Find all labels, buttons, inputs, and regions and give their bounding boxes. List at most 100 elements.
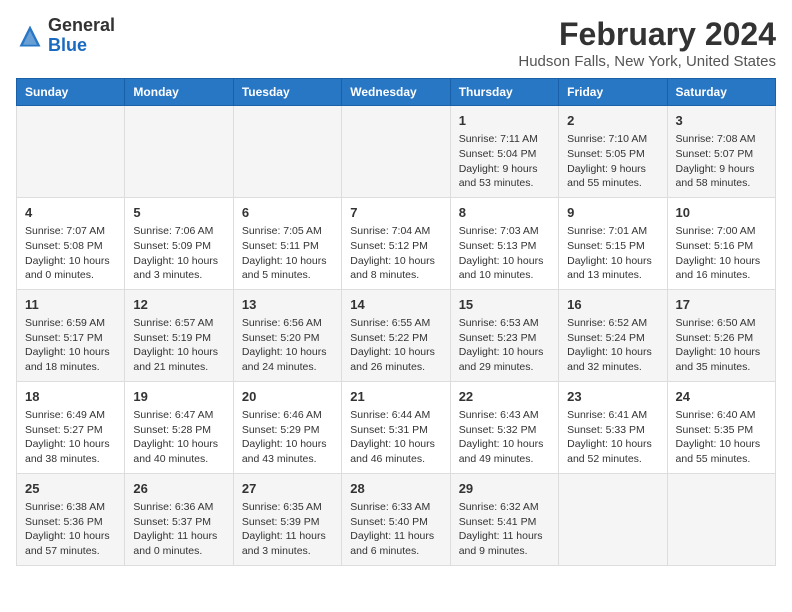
calendar-cell: 25 Sunrise: 6:38 AM Sunset: 5:36 PM Dayli… bbox=[17, 473, 125, 565]
day-info: Sunrise: 6:53 AM Sunset: 5:23 PM Dayligh… bbox=[459, 316, 550, 375]
logo: General Blue bbox=[16, 16, 115, 56]
calendar-cell bbox=[125, 106, 233, 198]
calendar-cell: 13 Sunrise: 6:56 AM Sunset: 5:20 PM Dayli… bbox=[233, 289, 341, 381]
calendar-cell: 27 Sunrise: 6:35 AM Sunset: 5:39 PM Dayli… bbox=[233, 473, 341, 565]
day-info: Sunrise: 6:33 AM Sunset: 5:40 PM Dayligh… bbox=[350, 500, 441, 559]
day-number: 16 bbox=[567, 296, 658, 314]
day-info: Sunrise: 7:01 AM Sunset: 5:15 PM Dayligh… bbox=[567, 224, 658, 283]
day-info: Sunrise: 7:04 AM Sunset: 5:12 PM Dayligh… bbox=[350, 224, 441, 283]
day-number: 6 bbox=[242, 204, 333, 222]
title-block: February 2024 Hudson Falls, New York, Un… bbox=[518, 16, 776, 70]
column-header-tuesday: Tuesday bbox=[233, 79, 341, 106]
calendar-cell: 15 Sunrise: 6:53 AM Sunset: 5:23 PM Dayli… bbox=[450, 289, 558, 381]
day-number: 23 bbox=[567, 388, 658, 406]
day-number: 5 bbox=[133, 204, 224, 222]
day-info: Sunrise: 6:55 AM Sunset: 5:22 PM Dayligh… bbox=[350, 316, 441, 375]
calendar-cell: 16 Sunrise: 6:52 AM Sunset: 5:24 PM Dayli… bbox=[559, 289, 667, 381]
column-header-saturday: Saturday bbox=[667, 79, 775, 106]
column-header-monday: Monday bbox=[125, 79, 233, 106]
calendar-cell: 24Sunrise: 6:40 AM Sunset: 5:35 PM Dayli… bbox=[667, 381, 775, 473]
day-info: Sunrise: 6:50 AM Sunset: 5:26 PM Dayligh… bbox=[676, 316, 767, 375]
day-info: Sunrise: 7:08 AM Sunset: 5:07 PM Dayligh… bbox=[676, 132, 767, 191]
calendar-cell: 22 Sunrise: 6:43 AM Sunset: 5:32 PM Dayli… bbox=[450, 381, 558, 473]
day-number: 8 bbox=[459, 204, 550, 222]
calendar-cell: 2Sunrise: 7:10 AM Sunset: 5:05 PM Daylig… bbox=[559, 106, 667, 198]
day-info: Sunrise: 6:49 AM Sunset: 5:27 PM Dayligh… bbox=[25, 408, 116, 467]
column-header-wednesday: Wednesday bbox=[342, 79, 450, 106]
main-title: February 2024 bbox=[518, 16, 776, 53]
day-number: 29 bbox=[459, 480, 550, 498]
calendar-body: 1 Sunrise: 7:11 AM Sunset: 5:04 PM Daylig… bbox=[17, 106, 776, 566]
week-row-4: 18 Sunrise: 6:49 AM Sunset: 5:27 PM Dayli… bbox=[17, 381, 776, 473]
calendar-cell: 20 Sunrise: 6:46 AM Sunset: 5:29 PM Dayli… bbox=[233, 381, 341, 473]
day-number: 18 bbox=[25, 388, 116, 406]
day-number: 7 bbox=[350, 204, 441, 222]
day-info: Sunrise: 6:35 AM Sunset: 5:39 PM Dayligh… bbox=[242, 500, 333, 559]
day-number: 4 bbox=[25, 204, 116, 222]
day-number: 28 bbox=[350, 480, 441, 498]
day-info: Sunrise: 7:11 AM Sunset: 5:04 PM Dayligh… bbox=[459, 132, 550, 191]
day-number: 15 bbox=[459, 296, 550, 314]
day-number: 10 bbox=[676, 204, 767, 222]
calendar-cell: 23Sunrise: 6:41 AM Sunset: 5:33 PM Dayli… bbox=[559, 381, 667, 473]
logo-blue: Blue bbox=[48, 35, 87, 55]
week-row-1: 1 Sunrise: 7:11 AM Sunset: 5:04 PM Daylig… bbox=[17, 106, 776, 198]
week-row-3: 11Sunrise: 6:59 AM Sunset: 5:17 PM Dayli… bbox=[17, 289, 776, 381]
calendar-cell: 28 Sunrise: 6:33 AM Sunset: 5:40 PM Dayli… bbox=[342, 473, 450, 565]
calendar-cell: 26Sunrise: 6:36 AM Sunset: 5:37 PM Dayli… bbox=[125, 473, 233, 565]
day-number: 27 bbox=[242, 480, 333, 498]
calendar-cell: 10 Sunrise: 7:00 AM Sunset: 5:16 PM Dayli… bbox=[667, 197, 775, 289]
day-info: Sunrise: 6:57 AM Sunset: 5:19 PM Dayligh… bbox=[133, 316, 224, 375]
calendar-cell: 8Sunrise: 7:03 AM Sunset: 5:13 PM Daylig… bbox=[450, 197, 558, 289]
calendar-cell: 29 Sunrise: 6:32 AM Sunset: 5:41 PM Dayli… bbox=[450, 473, 558, 565]
calendar-cell bbox=[17, 106, 125, 198]
calendar-cell: 9 Sunrise: 7:01 AM Sunset: 5:15 PM Daylig… bbox=[559, 197, 667, 289]
calendar-cell: 18 Sunrise: 6:49 AM Sunset: 5:27 PM Dayli… bbox=[17, 381, 125, 473]
column-header-sunday: Sunday bbox=[17, 79, 125, 106]
day-number: 1 bbox=[459, 112, 550, 130]
day-info: Sunrise: 6:43 AM Sunset: 5:32 PM Dayligh… bbox=[459, 408, 550, 467]
day-number: 2 bbox=[567, 112, 658, 130]
column-header-thursday: Thursday bbox=[450, 79, 558, 106]
logo-text: General Blue bbox=[48, 16, 115, 56]
day-number: 12 bbox=[133, 296, 224, 314]
calendar-cell bbox=[233, 106, 341, 198]
day-info: Sunrise: 7:00 AM Sunset: 5:16 PM Dayligh… bbox=[676, 224, 767, 283]
day-info: Sunrise: 6:46 AM Sunset: 5:29 PM Dayligh… bbox=[242, 408, 333, 467]
page-header: General Blue February 2024 Hudson Falls,… bbox=[16, 16, 776, 70]
day-number: 13 bbox=[242, 296, 333, 314]
day-number: 22 bbox=[459, 388, 550, 406]
calendar-cell: 5Sunrise: 7:06 AM Sunset: 5:09 PM Daylig… bbox=[125, 197, 233, 289]
logo-icon bbox=[16, 22, 44, 50]
calendar-cell: 1 Sunrise: 7:11 AM Sunset: 5:04 PM Daylig… bbox=[450, 106, 558, 198]
day-number: 25 bbox=[25, 480, 116, 498]
calendar-header: SundayMondayTuesdayWednesdayThursdayFrid… bbox=[17, 79, 776, 106]
day-info: Sunrise: 7:05 AM Sunset: 5:11 PM Dayligh… bbox=[242, 224, 333, 283]
calendar-cell: 17Sunrise: 6:50 AM Sunset: 5:26 PM Dayli… bbox=[667, 289, 775, 381]
day-number: 20 bbox=[242, 388, 333, 406]
day-info: Sunrise: 6:32 AM Sunset: 5:41 PM Dayligh… bbox=[459, 500, 550, 559]
calendar-cell: 11Sunrise: 6:59 AM Sunset: 5:17 PM Dayli… bbox=[17, 289, 125, 381]
day-number: 19 bbox=[133, 388, 224, 406]
week-row-2: 4 Sunrise: 7:07 AM Sunset: 5:08 PM Daylig… bbox=[17, 197, 776, 289]
day-info: Sunrise: 6:36 AM Sunset: 5:37 PM Dayligh… bbox=[133, 500, 224, 559]
day-info: Sunrise: 7:07 AM Sunset: 5:08 PM Dayligh… bbox=[25, 224, 116, 283]
day-info: Sunrise: 6:38 AM Sunset: 5:36 PM Dayligh… bbox=[25, 500, 116, 559]
calendar-cell: 21Sunrise: 6:44 AM Sunset: 5:31 PM Dayli… bbox=[342, 381, 450, 473]
day-number: 3 bbox=[676, 112, 767, 130]
calendar-cell: 7 Sunrise: 7:04 AM Sunset: 5:12 PM Daylig… bbox=[342, 197, 450, 289]
calendar-cell: 14 Sunrise: 6:55 AM Sunset: 5:22 PM Dayli… bbox=[342, 289, 450, 381]
calendar-cell: 4 Sunrise: 7:07 AM Sunset: 5:08 PM Daylig… bbox=[17, 197, 125, 289]
day-info: Sunrise: 6:47 AM Sunset: 5:28 PM Dayligh… bbox=[133, 408, 224, 467]
calendar-cell bbox=[559, 473, 667, 565]
day-info: Sunrise: 6:52 AM Sunset: 5:24 PM Dayligh… bbox=[567, 316, 658, 375]
day-info: Sunrise: 6:56 AM Sunset: 5:20 PM Dayligh… bbox=[242, 316, 333, 375]
week-row-5: 25 Sunrise: 6:38 AM Sunset: 5:36 PM Dayli… bbox=[17, 473, 776, 565]
day-number: 14 bbox=[350, 296, 441, 314]
calendar-cell: 6 Sunrise: 7:05 AM Sunset: 5:11 PM Daylig… bbox=[233, 197, 341, 289]
day-number: 9 bbox=[567, 204, 658, 222]
calendar-table: SundayMondayTuesdayWednesdayThursdayFrid… bbox=[16, 78, 776, 566]
day-number: 21 bbox=[350, 388, 441, 406]
calendar-cell: 19 Sunrise: 6:47 AM Sunset: 5:28 PM Dayli… bbox=[125, 381, 233, 473]
column-header-friday: Friday bbox=[559, 79, 667, 106]
